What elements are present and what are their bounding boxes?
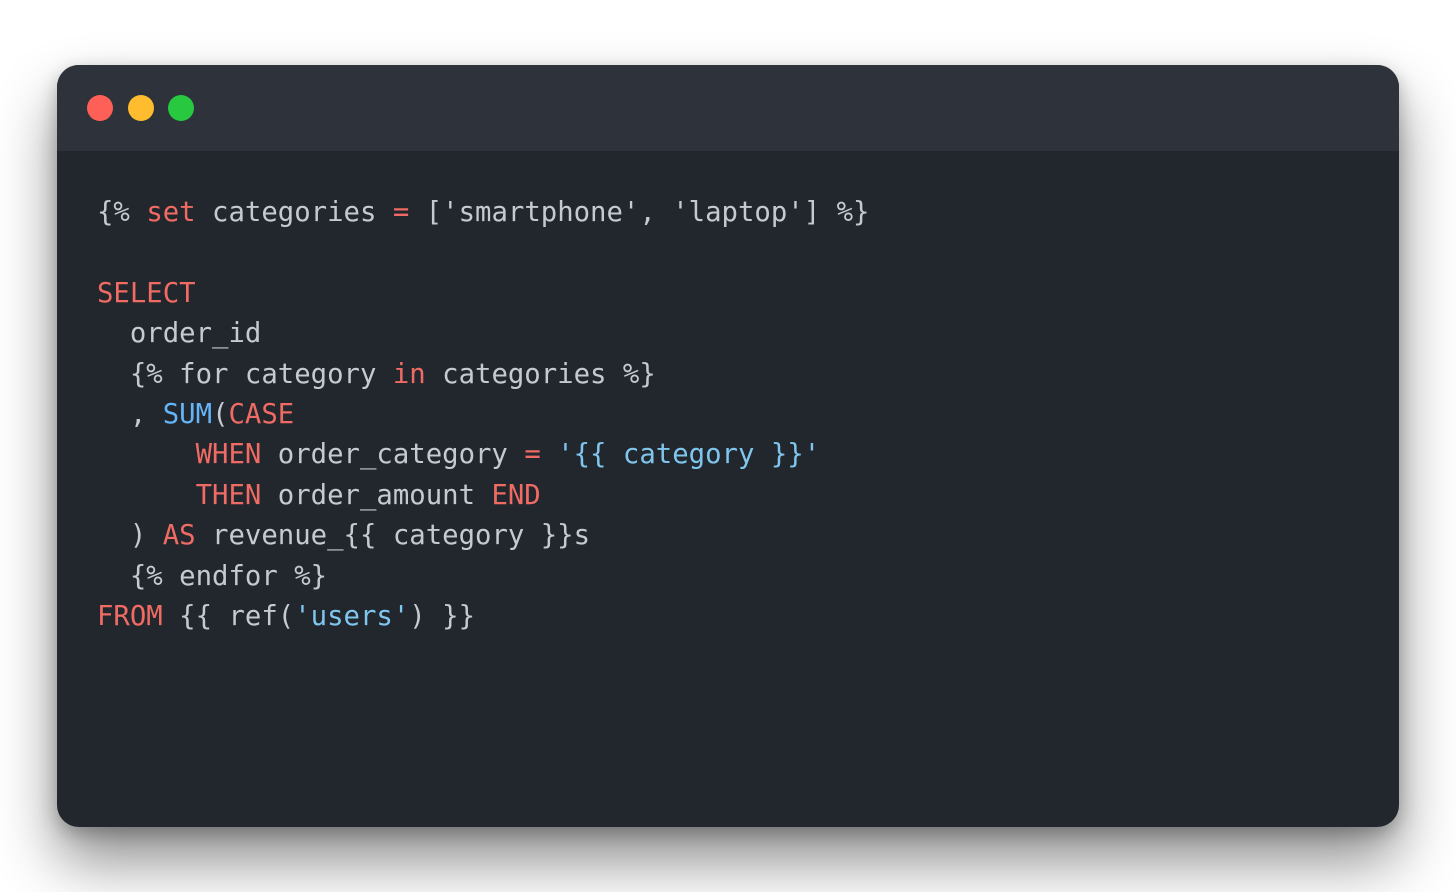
code-line: order_id: [97, 314, 869, 354]
code-token: CASE: [228, 398, 295, 430]
code-token: in: [392, 358, 426, 390]
code-token: {% endfor %}: [97, 560, 328, 592]
code-token: ,: [97, 398, 163, 430]
code-token: categories: [195, 197, 393, 228]
code-line: ) AS revenue_{{ category }}s: [97, 516, 869, 556]
code-token: '{{ category }}': [557, 439, 821, 471]
code-token: order_amount: [261, 479, 492, 511]
code-token: set: [146, 197, 196, 228]
code-token: SELECT: [97, 277, 196, 309]
code-token: THEN: [195, 479, 262, 511]
code-token: ) }}: [409, 600, 476, 632]
code-line: {% for category in categories %}: [97, 355, 869, 395]
code-token: FROM: [97, 600, 163, 632]
code-line: SELECT: [97, 274, 869, 314]
code-token: {{ ref(: [162, 600, 295, 632]
code-line: , SUM(CASE: [97, 395, 869, 435]
minimize-button[interactable]: [128, 95, 154, 121]
code-token: WHEN: [195, 439, 262, 471]
code-token: END: [491, 479, 541, 511]
code-token: categories %}: [425, 358, 656, 390]
code-token: =: [392, 197, 410, 228]
code-token: SUM: [162, 398, 213, 430]
code-window: {% set categories = ['smartphone', 'lapt…: [57, 65, 1399, 827]
code-token: =: [524, 439, 541, 471]
code-token: AS: [162, 520, 196, 552]
code-line: WHEN order_category = '{{ category }}': [97, 435, 869, 475]
title-bar: [57, 65, 1399, 151]
code-line: FROM {{ ref('users') }}: [97, 597, 869, 637]
maximize-button[interactable]: [168, 95, 194, 121]
code-line: {% set categories = ['smartphone', 'lapt…: [97, 193, 869, 233]
code-token: order_id: [97, 318, 262, 350]
close-button[interactable]: [87, 95, 113, 121]
code-token: order_category: [261, 439, 525, 471]
code-token: ): [97, 520, 163, 552]
code-token: {% for category: [97, 358, 393, 390]
code-line: THEN order_amount END: [97, 476, 869, 516]
code-token: ['smartphone', 'laptop'] %}: [409, 197, 870, 228]
code-token: (: [212, 398, 229, 430]
code-token: revenue_{{ category }}s: [195, 520, 591, 552]
code-line: {% endfor %}: [97, 557, 869, 597]
code-token: {%: [97, 197, 147, 228]
code-token: 'users': [294, 600, 410, 632]
code-block: {% set categories = ['smartphone', 'lapt…: [97, 193, 869, 637]
